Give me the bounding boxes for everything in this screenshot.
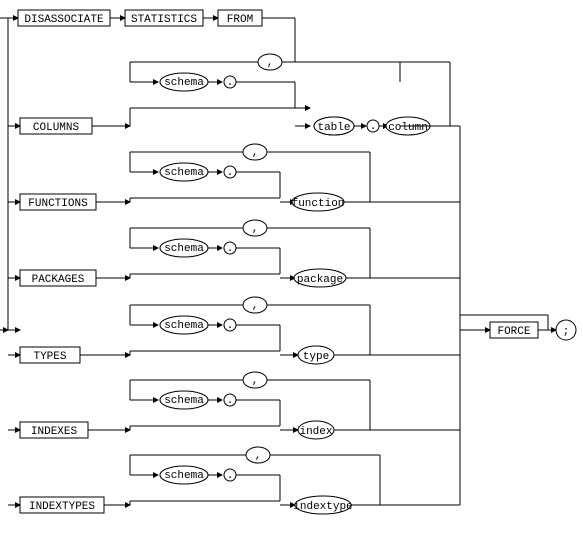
indextypes-label: INDEXTYPES [29,501,95,513]
svg-text:schema: schema [164,167,204,179]
svg-text:.: . [227,320,234,332]
svg-text:,: , [252,300,259,312]
svg-text:schema: schema [164,470,204,482]
svg-text:package: package [297,274,343,286]
svg-text:schema: schema [164,77,204,89]
diagram-svg: DISASSOCIATE STATISTICS FROM , COLUMNS s… [0,0,583,557]
disassociate-label: DISASSOCIATE [24,14,104,26]
svg-text:,: , [255,450,262,462]
packages-label: PACKAGES [32,274,85,286]
svg-text:.: . [227,243,234,255]
functions-label: FUNCTIONS [28,198,88,210]
svg-text:.: . [227,470,234,482]
indexes-label: INDEXES [31,426,78,438]
svg-text:schema: schema [164,320,204,332]
svg-text:schema: schema [164,395,204,407]
svg-text:index: index [299,426,332,438]
svg-text:.: . [227,77,234,89]
types-label: TYPES [33,351,66,363]
columns-label: COLUMNS [33,122,80,134]
svg-text:function: function [292,198,345,210]
svg-text:,: , [267,57,274,69]
svg-text:,: , [252,147,259,159]
svg-text:.: . [227,395,234,407]
svg-text:schema: schema [164,243,204,255]
svg-text:column: column [388,122,428,134]
svg-text:.: . [370,121,377,133]
svg-text:;: ; [563,326,570,338]
force-label: FORCE [497,326,530,338]
svg-text:.: . [227,167,234,179]
statistics-label: STATISTICS [131,14,197,26]
svg-text:type: type [303,351,329,363]
svg-text:table: table [317,122,350,134]
svg-text:,: , [252,223,259,235]
svg-text:,: , [252,375,259,387]
from-label: FROM [227,14,253,26]
svg-text:indextype: indextype [293,501,352,513]
